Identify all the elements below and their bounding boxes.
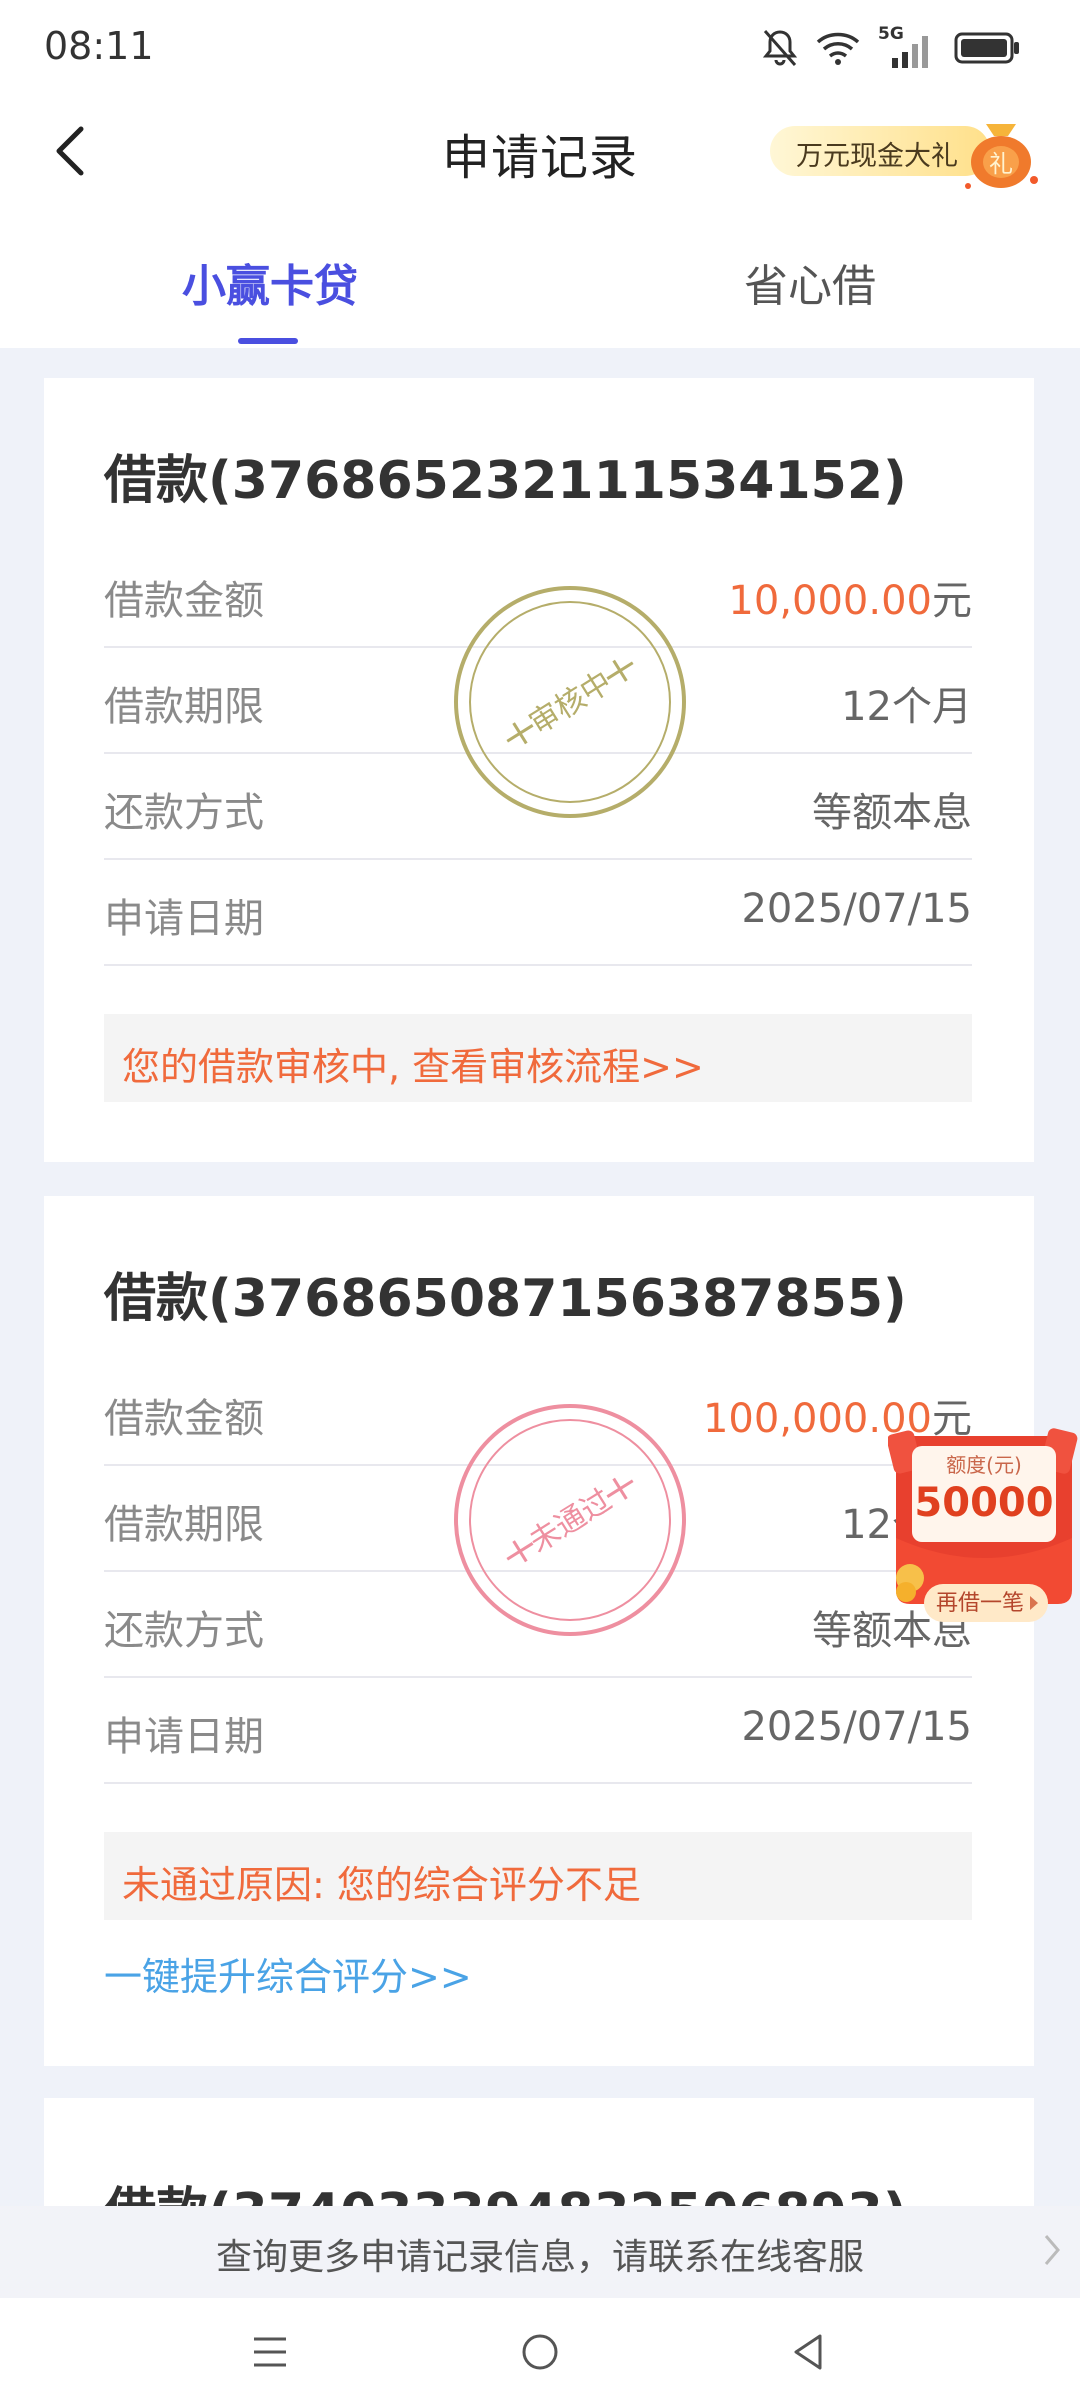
record-card[interactable]: 借款(376865232111534152) 借款金额 10,000.00元 借…: [44, 378, 1034, 1162]
stamp-text: 审核中: [523, 665, 618, 742]
money-bag-icon: 礼: [958, 108, 1044, 198]
label-term: 借款期限: [104, 684, 264, 730]
row-date: 申请日期 2025/07/15: [104, 858, 972, 966]
label-method: 还款方式: [104, 790, 264, 836]
wifi-icon: [816, 30, 860, 70]
review-notice[interactable]: 您的借款审核中, 查看审核流程>>: [104, 1014, 972, 1102]
tab-xiaoying-card-loan[interactable]: 小赢卡贷: [0, 250, 540, 314]
tab-active-indicator: [238, 338, 298, 344]
record-title: 借款(376865087156387855): [104, 1269, 907, 1329]
value-term: 12个月: [841, 684, 972, 730]
value-method: 等额本息: [812, 790, 972, 836]
mute-bell-icon: [762, 28, 798, 72]
chevron-right-icon: [1042, 2230, 1062, 2274]
amount-number: 10,000.00: [728, 578, 932, 624]
label-date: 申请日期: [104, 896, 264, 942]
status-stamp-reviewing: 审核中: [454, 586, 686, 818]
amount-unit: 元: [932, 578, 972, 624]
tab-bar: 小赢卡贷 省心借: [0, 220, 1080, 348]
value-amount: 10,000.00元: [728, 568, 972, 626]
status-bar: 08:11 5G: [0, 0, 1080, 96]
label-date: 申请日期: [104, 1714, 264, 1760]
promo-caption: 额度(元): [946, 1453, 1022, 1477]
rejection-notice: 未通过原因: 您的综合评分不足: [104, 1832, 972, 1920]
stamp-text: 未通过: [523, 1483, 618, 1560]
tab-shengxin-loan[interactable]: 省心借: [540, 250, 1080, 314]
record-title: 借款(376865232111534152): [104, 451, 907, 511]
value-date: 2025/07/15: [741, 886, 972, 932]
review-process-link[interactable]: 您的借款审核中, 查看审核流程>>: [122, 1036, 704, 1091]
label-term: 借款期限: [104, 1502, 264, 1548]
promo-button-label: 再借一笔: [936, 1591, 1024, 1616]
promo-label: 万元现金大礼: [796, 141, 958, 172]
status-icons: 5G: [762, 24, 1020, 72]
nav-bar: 申请记录 万元现金大礼 礼: [0, 96, 1080, 206]
menu-icon: [254, 2337, 286, 2367]
cash-gift-promo-button[interactable]: 万元现金大礼 礼: [770, 116, 1042, 189]
promo-amount: 50000: [914, 1480, 1053, 1526]
footer-text: 查询更多申请记录信息，请联系在线客服: [215, 2237, 864, 2278]
status-time: 08:11: [44, 24, 154, 68]
value-date: 2025/07/15: [741, 1704, 972, 1750]
row-date: 申请日期 2025/07/15: [104, 1676, 972, 1784]
label-amount: 借款金额: [104, 1396, 264, 1442]
battery-icon: [954, 31, 1020, 69]
label-method: 还款方式: [104, 1608, 264, 1654]
home-circle-icon: [522, 2334, 558, 2370]
contact-service-bar[interactable]: 查询更多申请记录信息，请联系在线客服: [0, 2206, 1080, 2298]
red-envelope-icon: 额度(元) 50000 再借一笔: [886, 1428, 1078, 1622]
back-triangle-icon: [794, 2334, 822, 2370]
boost-score-link[interactable]: 一键提升综合评分>>: [104, 1946, 472, 2001]
record-card[interactable]: 借款(376865087156387855) 借款金额 100,000.00元 …: [44, 1196, 1034, 2066]
reborrow-promo-widget[interactable]: 额度(元) 50000 再借一笔: [886, 1428, 1080, 1628]
home-button[interactable]: [510, 2322, 570, 2382]
promo-bag-char: 礼: [989, 150, 1013, 178]
rejection-reason: 未通过原因: 您的综合评分不足: [122, 1863, 641, 1907]
back-system-button[interactable]: [778, 2322, 838, 2382]
system-nav-bar: [0, 2298, 1080, 2408]
recents-button[interactable]: [240, 2322, 300, 2382]
label-amount: 借款金额: [104, 578, 264, 624]
status-stamp-rejected: 未通过: [454, 1404, 686, 1636]
cellular-signal-icon: 5G: [878, 24, 936, 70]
